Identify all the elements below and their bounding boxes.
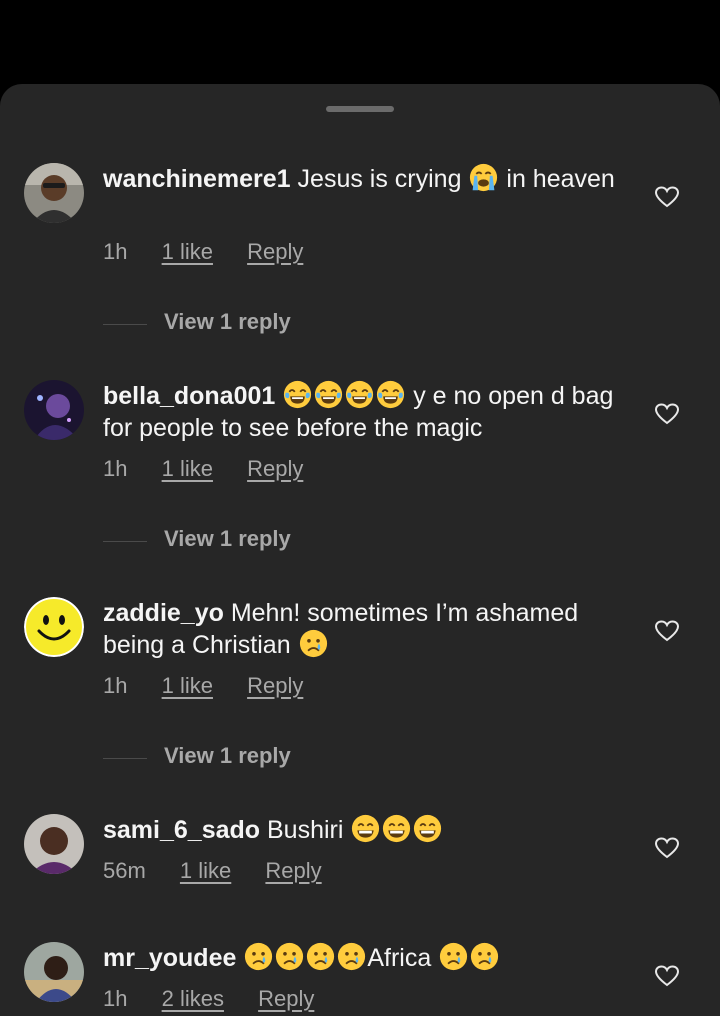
crying-tear-emoji [439, 942, 468, 971]
timestamp: 1h [103, 239, 128, 264]
username[interactable]: wanchinemere1 [103, 165, 291, 193]
reply-button[interactable]: Reply [247, 456, 303, 481]
likes-count[interactable]: 1 like [162, 673, 213, 698]
avatar[interactable] [24, 942, 84, 1002]
avatar[interactable] [24, 597, 84, 657]
comment-body: bella_dona001 y e no open d bag for peop… [103, 380, 633, 444]
comment-meta: 1h 2 likes Reply [103, 986, 342, 1012]
grin-emoji [382, 814, 411, 843]
reply-button[interactable]: Reply [258, 986, 314, 1011]
tears-of-joy-emoji [345, 380, 374, 409]
view-replies-label[interactable]: View 1 reply [164, 309, 291, 335]
username[interactable]: sami_6_sado [103, 816, 260, 844]
comment-meta: 1h 1 like Reply [103, 239, 331, 265]
tears-of-joy-emoji [376, 380, 405, 409]
username[interactable]: bella_dona001 [103, 382, 275, 410]
comments-sheet: wanchinemere1 Jesus is crying in heaven … [0, 84, 720, 1016]
crying-tear-emoji [299, 629, 328, 658]
heart-icon[interactable] [655, 403, 679, 425]
reply-button[interactable]: Reply [247, 239, 303, 264]
crying-tear-emoji [275, 942, 304, 971]
comment-meta: 56m 1 like Reply [103, 858, 350, 884]
username[interactable]: mr_youdee [103, 944, 236, 972]
tears-of-joy-emoji [314, 380, 343, 409]
comment-text: in heaven [506, 165, 615, 193]
divider [103, 324, 147, 325]
avatar[interactable] [24, 163, 84, 223]
comment-text: Jesus is crying [297, 165, 462, 193]
avatar[interactable] [24, 814, 84, 874]
drag-handle[interactable] [326, 106, 394, 112]
comment-text: Bushiri [267, 816, 344, 844]
comment-body: sami_6_sado Bushiri [103, 814, 633, 846]
view-replies-label[interactable]: View 1 reply [164, 743, 291, 769]
reply-button[interactable]: Reply [265, 858, 321, 883]
avatar[interactable] [24, 380, 84, 440]
crying-tear-emoji [244, 942, 273, 971]
likes-count[interactable]: 1 like [162, 456, 213, 481]
comment-body: wanchinemere1 Jesus is crying in heaven [103, 163, 633, 195]
comment-body: zaddie_yo Mehn! sometimes I’m ashamed be… [103, 597, 633, 661]
divider [103, 758, 147, 759]
likes-count[interactable]: 1 like [162, 239, 213, 264]
reply-button[interactable]: Reply [247, 673, 303, 698]
comment-meta: 1h 1 like Reply [103, 456, 331, 482]
timestamp: 1h [103, 986, 128, 1011]
username[interactable]: zaddie_yo [103, 599, 224, 627]
crying-tear-emoji [470, 942, 499, 971]
grin-emoji [413, 814, 442, 843]
timestamp: 56m [103, 858, 146, 883]
comment-text: Africa [367, 944, 432, 972]
crying-face-emoji [469, 163, 498, 192]
grin-emoji [351, 814, 380, 843]
heart-icon[interactable] [655, 186, 679, 208]
likes-count[interactable]: 1 like [180, 858, 231, 883]
comment-body: mr_youdee Africa [103, 942, 633, 974]
likes-count[interactable]: 2 likes [162, 986, 224, 1011]
comment-meta: 1h 1 like Reply [103, 673, 331, 699]
heart-icon[interactable] [655, 837, 679, 859]
divider [103, 541, 147, 542]
tears-of-joy-emoji [283, 380, 312, 409]
heart-icon[interactable] [655, 620, 679, 642]
timestamp: 1h [103, 456, 128, 481]
timestamp: 1h [103, 673, 128, 698]
view-replies-label[interactable]: View 1 reply [164, 526, 291, 552]
crying-tear-emoji [337, 942, 366, 971]
crying-tear-emoji [306, 942, 335, 971]
heart-icon[interactable] [655, 965, 679, 987]
